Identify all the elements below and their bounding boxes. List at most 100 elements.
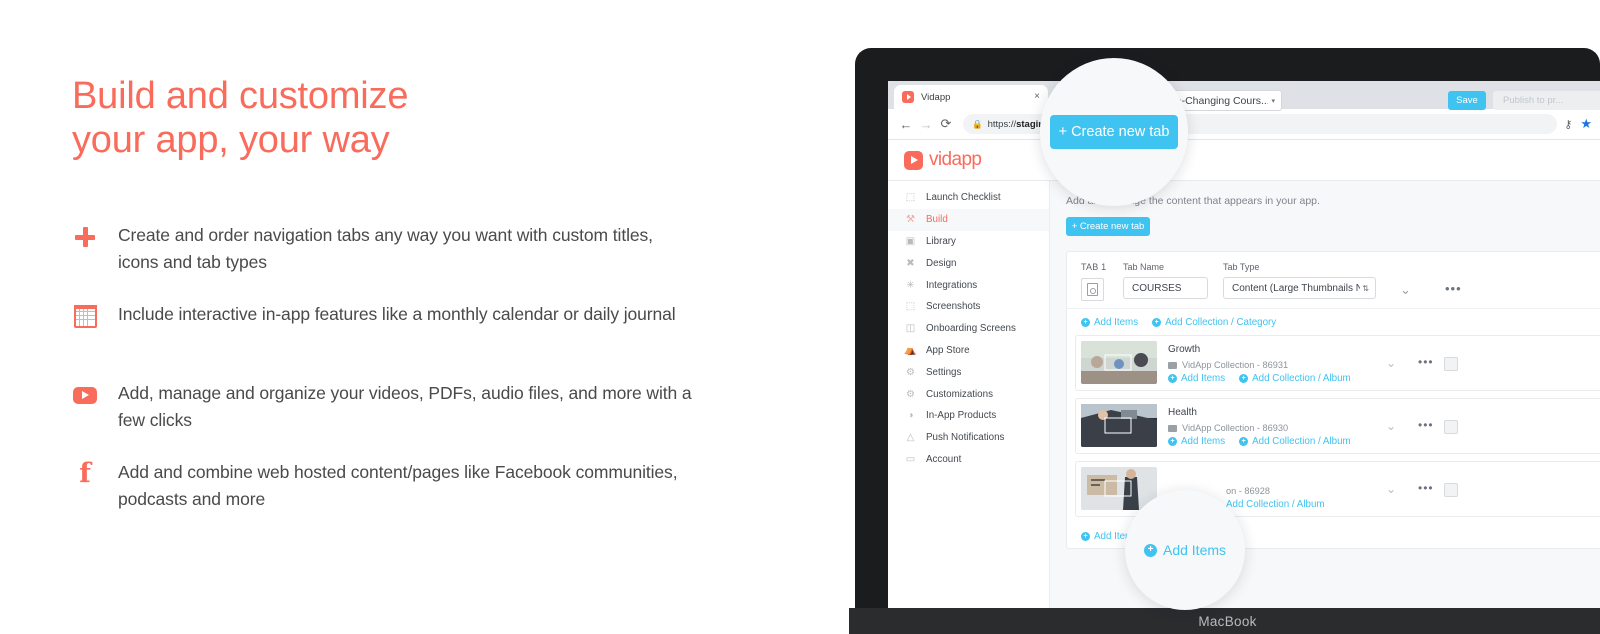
tab-icon-picker[interactable] [1081, 278, 1104, 301]
sidebar-item-label: In-App Products [926, 410, 997, 422]
products-icon: ◑ [907, 410, 914, 422]
row-action-links: + Add Items + Add Collection / Album [1168, 373, 1365, 384]
sidebar-item-app-store[interactable]: ⛺ App Store [888, 340, 1049, 362]
add-items-link[interactable]: + Add Items [1168, 436, 1225, 447]
tab-name-input[interactable]: COURSES [1123, 277, 1208, 299]
sidebar-item-push-notifications[interactable]: △ Push Notifications [888, 427, 1049, 449]
create-new-tab-button[interactable]: + Create new tab [1066, 217, 1150, 236]
row-meta-text: VidApp Collection - 86931 [1182, 360, 1289, 370]
tab-header-row: TAB 1 Tab Name Tab Type COURSES Content … [1067, 252, 1600, 309]
browser-tab[interactable]: Vidapp × [894, 85, 1048, 109]
integrations-icon: ✳ [906, 279, 915, 291]
close-icon[interactable]: × [1034, 92, 1040, 102]
link-label: Add Items [1181, 373, 1226, 384]
sidebar-item-account[interactable]: ▭ Account [888, 449, 1049, 471]
add-items-link[interactable]: + Add Items [1081, 317, 1138, 328]
laptop-label: MacBook [1198, 613, 1257, 629]
sidebar-item-screenshots[interactable]: ⬚ Screenshots [888, 296, 1049, 318]
row-checkbox[interactable] [1444, 357, 1458, 371]
add-items-link-magnified[interactable]: + Add Items [1143, 542, 1227, 558]
marketing-panel: Build and customize your app, your way C… [0, 0, 840, 634]
table-row[interactable]: Health VidApp Collection - 86930 + Add I… [1075, 398, 1600, 454]
feature-text: Include interactive in-app features like… [118, 304, 676, 324]
chevron-down-icon[interactable]: ⌄ [1400, 282, 1411, 298]
add-collection-album-link[interactable]: Add Collection / Album [1226, 499, 1325, 510]
sidebar-item-onboarding-screens[interactable]: ◫ Onboarding Screens [888, 318, 1049, 340]
link-label: Add Collection / Category [1165, 316, 1277, 328]
more-options-icon[interactable]: ••• [1418, 355, 1434, 369]
row-meta: VidApp Collection - 86931 [1168, 360, 1288, 370]
more-options-icon[interactable]: ••• [1445, 281, 1462, 296]
sidebar-item-in-app-products[interactable]: ◑ In-App Products [888, 405, 1049, 427]
feature-item-in-app-features: Include interactive in-app features like… [72, 301, 692, 355]
key-icon[interactable]: ⚷ [1564, 118, 1572, 131]
sidebar-item-library[interactable]: ▣ Library [888, 231, 1049, 253]
chevron-down-icon[interactable]: ⌄ [1386, 419, 1396, 433]
row-title: Health [1168, 407, 1197, 418]
forward-icon[interactable]: → [916, 114, 936, 134]
sidebar-item-label: Library [926, 235, 956, 247]
row-checkbox[interactable] [1444, 483, 1458, 497]
more-options-icon[interactable]: ••• [1418, 418, 1434, 432]
app-store-icon: ⛺ [904, 344, 917, 356]
plus-circle-icon: + [1239, 374, 1249, 383]
callout-create-new-tab: + Create new tab [1040, 58, 1188, 206]
save-button[interactable]: Save [1448, 91, 1486, 110]
link-label: Add Items [1162, 542, 1227, 558]
add-collection-category-link[interactable]: + Add Collection / Category [1152, 317, 1276, 328]
sidebar-item-label: Design [926, 257, 957, 269]
sidebar-item-integrations[interactable]: ✳ Integrations [888, 274, 1049, 296]
feature-text: Add, manage and organize your videos, PD… [118, 383, 692, 430]
add-items-link[interactable]: + Add Items [1168, 373, 1225, 384]
onboarding-icon: ◫ [905, 323, 916, 335]
address-bar-url: https://stagin [987, 118, 1045, 130]
vidapp-logo[interactable]: vidapp [888, 149, 982, 171]
wrench-icon: ⚒ [906, 214, 915, 226]
tab-type-value: Content (Large Thumbnails No E [1232, 282, 1361, 294]
bookmark-star-icon[interactable]: ★ [1580, 116, 1592, 132]
headline-line-2: your app, your way [72, 119, 390, 161]
feature-item-navigation-tabs: Create and order navigation tabs any way… [72, 222, 692, 276]
row-thumbnail [1081, 404, 1157, 447]
more-options-icon[interactable]: ••• [1418, 481, 1434, 495]
lock-icon: ▭ [905, 453, 916, 465]
plus-icon [72, 224, 98, 250]
row-meta: on - 86928 [1226, 486, 1270, 496]
sidebar-item-design[interactable]: ✖ Design [888, 252, 1049, 274]
row-checkbox[interactable] [1444, 420, 1458, 434]
sidebar-item-build[interactable]: ⚒ Build [888, 208, 1049, 231]
chevron-down-icon[interactable]: ⌄ [1386, 482, 1396, 496]
feature-item-media-management: Add, manage and organize your videos, PD… [72, 380, 692, 434]
link-label: Add Collection / Album [1226, 499, 1325, 510]
publish-button[interactable]: Publish to pr... [1493, 91, 1600, 110]
tab-type-label: Tab Type [1223, 262, 1260, 272]
checklist-icon: ⬚ [905, 192, 916, 204]
back-icon[interactable]: ← [896, 114, 916, 134]
chevron-down-icon[interactable]: ⌄ [1386, 356, 1396, 370]
row-meta: VidApp Collection - 86930 [1168, 423, 1288, 433]
tab-thumbnail-icon [1087, 283, 1098, 296]
link-label: Add Items [1094, 316, 1139, 328]
tab-type-select[interactable]: Content (Large Thumbnails No E ⇅ [1223, 277, 1376, 299]
add-collection-album-link[interactable]: + Add Collection / Album [1239, 373, 1351, 384]
plus-circle-icon: + [1168, 437, 1177, 446]
add-collection-album-link[interactable]: + Add Collection / Album [1239, 436, 1351, 447]
gear-icon: ⚙ [906, 366, 915, 378]
sidebar-nav: ⬚ Launch Checklist ⚒ Build ▣ Library ✖ D… [888, 181, 1050, 608]
folder-icon [1168, 361, 1177, 369]
sidebar-item-customizations[interactable]: ⚙ Customizations [888, 383, 1049, 405]
design-icon: ✖ [906, 257, 915, 269]
feature-text: Create and order navigation tabs any way… [118, 225, 653, 272]
feature-item-web-content: f Add and combine web hosted content/pag… [72, 459, 692, 513]
table-row[interactable]: Growth VidApp Collection - 86931 + Add I… [1075, 335, 1600, 391]
lock-icon: 🔒 [972, 118, 983, 129]
laptop-screen: Vidapp × ← → ⟳ 🔒 https://stagin ⚷ ★ vida… [888, 81, 1600, 608]
sidebar-item-settings[interactable]: ⚙ Settings [888, 361, 1049, 383]
sidebar-item-launch-checklist[interactable]: ⬚ Launch Checklist [888, 187, 1049, 209]
facebook-icon: f [79, 458, 91, 489]
reload-icon[interactable]: ⟳ [936, 114, 956, 134]
sidebar-item-label: Settings [926, 366, 962, 378]
sidebar-item-label: Account [926, 453, 962, 465]
plus-circle-icon: + [1081, 531, 1090, 541]
create-new-tab-button-magnified[interactable]: + Create new tab [1050, 115, 1178, 149]
